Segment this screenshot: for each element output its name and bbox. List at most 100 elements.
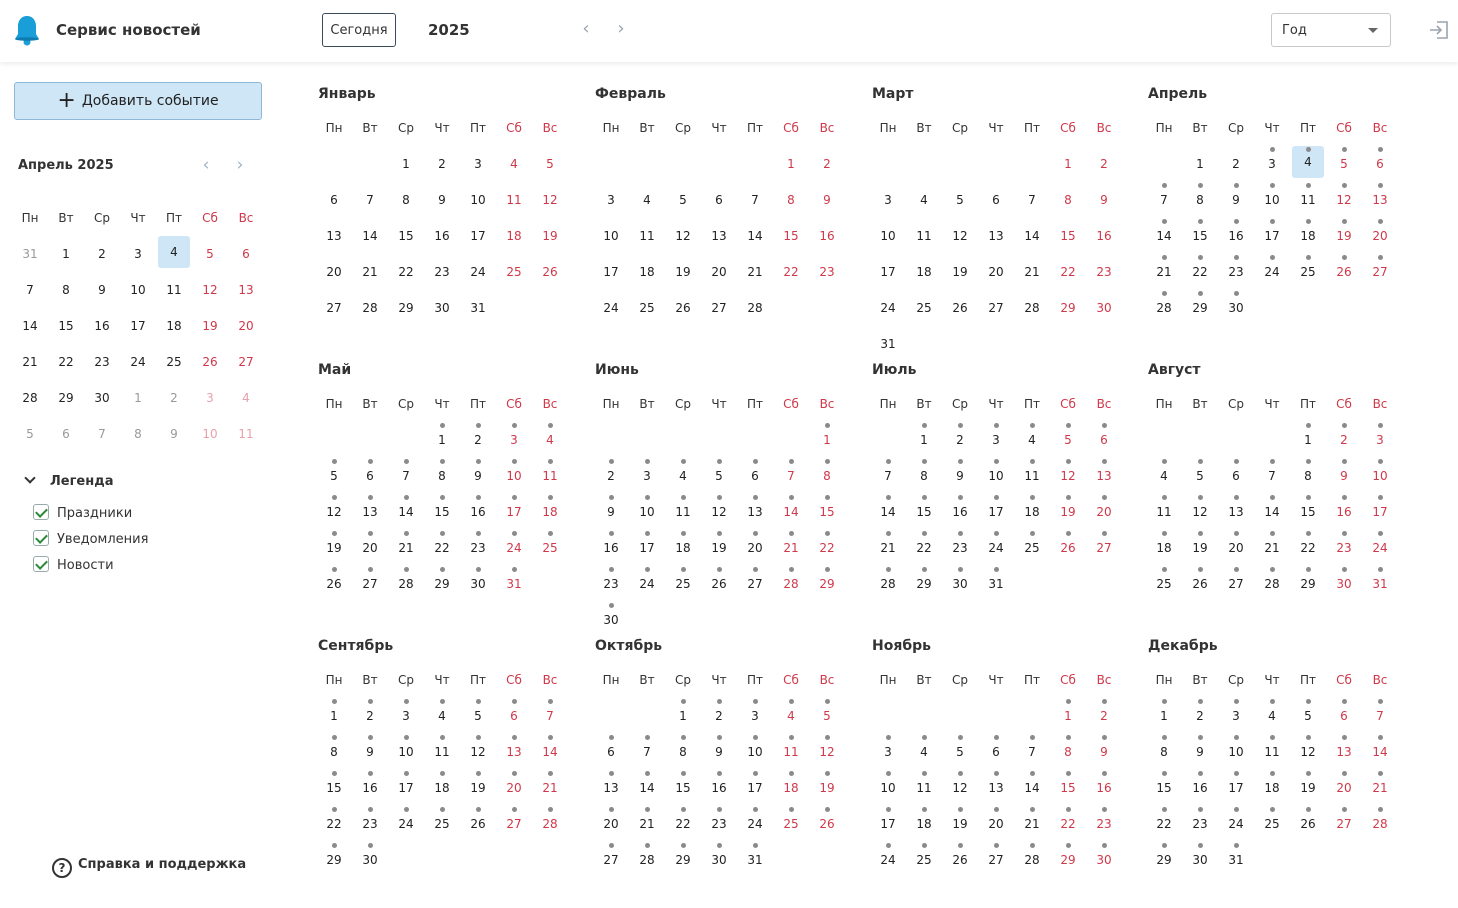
day-cell[interactable]: 12 bbox=[316, 494, 352, 530]
day-cell[interactable]: 28 bbox=[773, 566, 809, 602]
day-cell[interactable]: 4 bbox=[906, 182, 942, 218]
day-cell[interactable]: 3 bbox=[593, 182, 629, 218]
mini-day[interactable]: 3 bbox=[192, 380, 228, 416]
day-cell[interactable]: 29 bbox=[906, 566, 942, 602]
day-cell[interactable]: 31 bbox=[1218, 842, 1254, 878]
day-cell[interactable]: 15 bbox=[1290, 494, 1326, 530]
day-cell[interactable]: 27 bbox=[1218, 566, 1254, 602]
day-cell[interactable]: 17 bbox=[629, 530, 665, 566]
day-cell[interactable]: 12 bbox=[460, 734, 496, 770]
day-cell[interactable]: 24 bbox=[629, 566, 665, 602]
day-cell[interactable]: 30 bbox=[424, 290, 460, 326]
day-cell[interactable]: 4 bbox=[532, 422, 568, 458]
day-cell[interactable]: 29 bbox=[316, 842, 352, 878]
day-cell[interactable]: 16 bbox=[593, 530, 629, 566]
day-cell[interactable]: 27 bbox=[978, 842, 1014, 878]
day-cell[interactable]: 13 bbox=[978, 770, 1014, 806]
day-cell[interactable]: 8 bbox=[1146, 734, 1182, 770]
day-cell[interactable]: 25 bbox=[665, 566, 701, 602]
mini-day[interactable]: 5 bbox=[12, 416, 48, 452]
day-cell[interactable]: 6 bbox=[1326, 698, 1362, 734]
day-cell[interactable]: 9 bbox=[352, 734, 388, 770]
mini-day[interactable]: 26 bbox=[192, 344, 228, 380]
day-cell[interactable]: 7 bbox=[870, 458, 906, 494]
day-cell[interactable]: 11 bbox=[906, 770, 942, 806]
day-cell[interactable]: 20 bbox=[1086, 494, 1122, 530]
mini-day[interactable]: 4 bbox=[156, 236, 192, 272]
day-cell[interactable]: 4 bbox=[1254, 698, 1290, 734]
day-cell[interactable]: 7 bbox=[773, 458, 809, 494]
day-cell[interactable]: 18 bbox=[532, 494, 568, 530]
day-cell[interactable]: 19 bbox=[532, 218, 568, 254]
day-cell[interactable]: 9 bbox=[460, 458, 496, 494]
day-cell[interactable]: 11 bbox=[496, 182, 532, 218]
add-event-button[interactable]: + Добавить событие bbox=[14, 82, 262, 120]
day-cell[interactable]: 20 bbox=[978, 254, 1014, 290]
day-cell[interactable]: 24 bbox=[496, 530, 532, 566]
day-cell[interactable]: 7 bbox=[1254, 458, 1290, 494]
day-cell[interactable]: 23 bbox=[1182, 806, 1218, 842]
day-cell[interactable]: 9 bbox=[701, 734, 737, 770]
day-cell[interactable]: 29 bbox=[424, 566, 460, 602]
day-cell[interactable]: 26 bbox=[1050, 530, 1086, 566]
day-cell[interactable]: 24 bbox=[870, 290, 906, 326]
day-cell[interactable]: 22 bbox=[388, 254, 424, 290]
day-cell[interactable]: 9 bbox=[809, 182, 845, 218]
day-cell[interactable]: 31 bbox=[496, 566, 532, 602]
day-cell[interactable]: 28 bbox=[388, 566, 424, 602]
mini-day[interactable]: 25 bbox=[156, 344, 192, 380]
mini-day[interactable]: 28 bbox=[12, 380, 48, 416]
mini-next-icon[interactable]: › bbox=[230, 155, 250, 175]
day-cell[interactable]: 20 bbox=[496, 770, 532, 806]
day-cell[interactable]: 24 bbox=[388, 806, 424, 842]
legend-toggle[interactable]: Легенда bbox=[22, 472, 113, 489]
day-cell[interactable]: 18 bbox=[1146, 530, 1182, 566]
day-cell[interactable]: 11 bbox=[1146, 494, 1182, 530]
day-cell[interactable]: 10 bbox=[496, 458, 532, 494]
day-cell[interactable]: 3 bbox=[388, 698, 424, 734]
day-cell[interactable]: 3 bbox=[1362, 422, 1398, 458]
day-cell[interactable]: 26 bbox=[316, 566, 352, 602]
month-title[interactable]: Январь bbox=[318, 86, 376, 102]
day-cell[interactable]: 11 bbox=[532, 458, 568, 494]
day-cell[interactable]: 22 bbox=[424, 530, 460, 566]
day-cell[interactable]: 23 bbox=[460, 530, 496, 566]
day-cell[interactable]: 1 bbox=[316, 698, 352, 734]
mini-day[interactable]: 18 bbox=[156, 308, 192, 344]
day-cell[interactable]: 18 bbox=[773, 770, 809, 806]
day-cell[interactable]: 26 bbox=[460, 806, 496, 842]
day-cell[interactable]: 7 bbox=[1014, 734, 1050, 770]
day-cell[interactable]: 14 bbox=[388, 494, 424, 530]
day-cell[interactable]: 9 bbox=[942, 458, 978, 494]
day-cell[interactable]: 8 bbox=[1182, 182, 1218, 218]
day-cell[interactable]: 15 bbox=[316, 770, 352, 806]
day-cell[interactable]: 11 bbox=[665, 494, 701, 530]
day-cell[interactable]: 8 bbox=[1050, 734, 1086, 770]
day-cell[interactable]: 8 bbox=[1050, 182, 1086, 218]
day-cell[interactable]: 10 bbox=[1362, 458, 1398, 494]
day-cell[interactable]: 30 bbox=[460, 566, 496, 602]
day-cell[interactable]: 8 bbox=[773, 182, 809, 218]
day-cell[interactable]: 18 bbox=[1290, 218, 1326, 254]
day-cell[interactable]: 28 bbox=[1362, 806, 1398, 842]
logout-icon[interactable] bbox=[1428, 19, 1450, 41]
day-cell[interactable]: 13 bbox=[496, 734, 532, 770]
day-cell[interactable]: 2 bbox=[809, 146, 845, 182]
day-cell[interactable]: 8 bbox=[906, 458, 942, 494]
day-cell[interactable]: 8 bbox=[809, 458, 845, 494]
mini-day[interactable]: 9 bbox=[84, 272, 120, 308]
day-cell[interactable]: 10 bbox=[388, 734, 424, 770]
checkbox-holidays[interactable] bbox=[33, 504, 49, 520]
day-cell[interactable]: 31 bbox=[460, 290, 496, 326]
day-cell[interactable]: 7 bbox=[388, 458, 424, 494]
month-title[interactable]: Июнь bbox=[595, 362, 639, 378]
day-cell[interactable]: 1 bbox=[1050, 698, 1086, 734]
day-cell[interactable]: 23 bbox=[1326, 530, 1362, 566]
day-cell[interactable]: 3 bbox=[978, 422, 1014, 458]
month-title[interactable]: Апрель bbox=[1148, 86, 1207, 102]
day-cell[interactable]: 18 bbox=[906, 806, 942, 842]
day-cell[interactable]: 17 bbox=[870, 254, 906, 290]
day-cell[interactable]: 14 bbox=[352, 218, 388, 254]
day-cell[interactable]: 3 bbox=[737, 698, 773, 734]
day-cell[interactable]: 2 bbox=[424, 146, 460, 182]
